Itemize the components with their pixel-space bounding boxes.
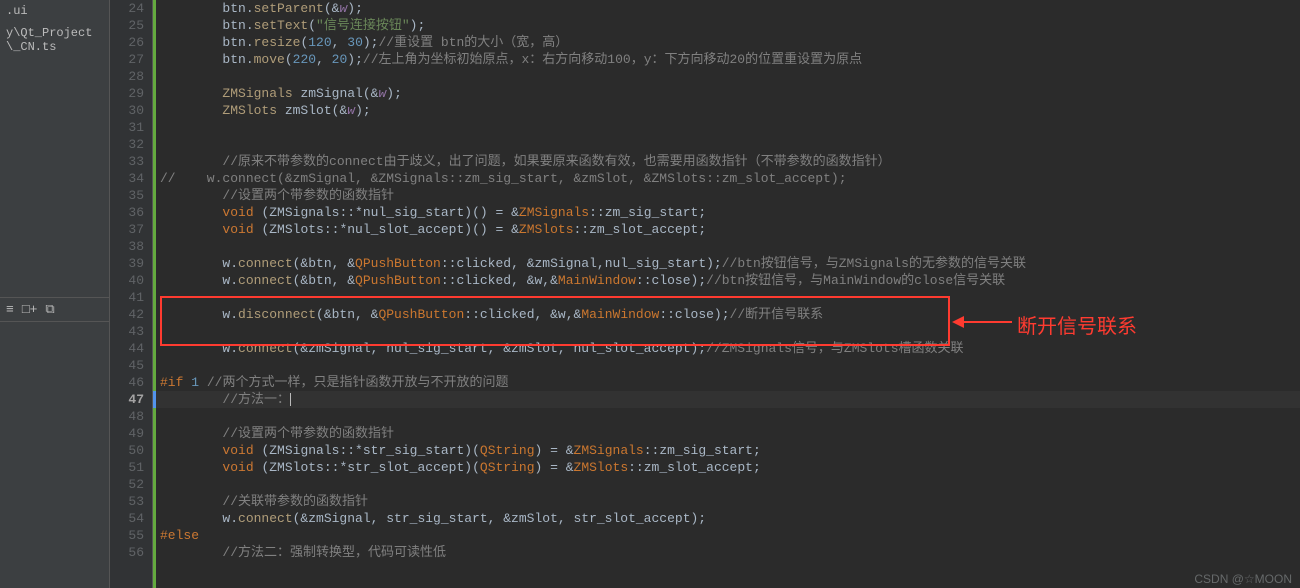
code-line[interactable] bbox=[160, 119, 1300, 136]
line-number[interactable]: 52 bbox=[110, 476, 144, 493]
code-line[interactable]: //方法二：强制转换型，代码可读性低 bbox=[160, 544, 1300, 561]
line-number[interactable]: 39 bbox=[110, 255, 144, 272]
code-line[interactable] bbox=[160, 357, 1300, 374]
line-number[interactable]: 24 bbox=[110, 0, 144, 17]
code-line[interactable] bbox=[160, 68, 1300, 85]
line-number[interactable]: 55 bbox=[110, 527, 144, 544]
line-number[interactable]: 47 bbox=[110, 391, 144, 408]
code-line[interactable]: void (ZMSignals::*nul_sig_start)() = &ZM… bbox=[160, 204, 1300, 221]
line-number[interactable]: 34 bbox=[110, 170, 144, 187]
line-number[interactable]: 40 bbox=[110, 272, 144, 289]
code-line[interactable]: w.connect(&btn, &QPushButton::clicked, &… bbox=[160, 255, 1300, 272]
code-line[interactable] bbox=[160, 289, 1300, 306]
line-number[interactable]: 54 bbox=[110, 510, 144, 527]
line-number[interactable]: 43 bbox=[110, 323, 144, 340]
code-line[interactable]: #if 1 //两个方式一样，只是指针函数开放与不开放的问题 bbox=[160, 374, 1300, 391]
code-area[interactable]: btn.setParent(&w); btn.setText("信号连接按钮")… bbox=[156, 0, 1300, 588]
line-number[interactable]: 36 bbox=[110, 204, 144, 221]
vertical-scrollbar[interactable] bbox=[1288, 0, 1300, 588]
line-number[interactable]: 46 bbox=[110, 374, 144, 391]
code-line[interactable]: w.connect(&zmSignal, str_sig_start, &zmS… bbox=[160, 510, 1300, 527]
filter-icon[interactable]: ≡ bbox=[6, 302, 14, 317]
annotation-label: 断开信号联系 bbox=[1017, 310, 1137, 339]
code-line[interactable] bbox=[160, 408, 1300, 425]
line-number[interactable]: 44 bbox=[110, 340, 144, 357]
line-number[interactable]: 48 bbox=[110, 408, 144, 425]
code-line[interactable] bbox=[160, 238, 1300, 255]
line-number[interactable]: 29 bbox=[110, 85, 144, 102]
line-number[interactable]: 56 bbox=[110, 544, 144, 561]
code-line[interactable]: void (ZMSlots::*nul_slot_accept)() = &ZM… bbox=[160, 221, 1300, 238]
ide-root: .ui y\Qt_Project\_CN.ts ≡ □+ ⧉ 242526272… bbox=[0, 0, 1300, 588]
annotation-arrow-icon bbox=[952, 312, 1012, 332]
code-line[interactable]: //关联带参数的函数指针 bbox=[160, 493, 1300, 510]
line-number[interactable]: 50 bbox=[110, 442, 144, 459]
split-icon[interactable]: ⧉ bbox=[45, 302, 54, 317]
file-item[interactable]: y\Qt_Project\_CN.ts bbox=[6, 26, 103, 54]
code-line[interactable]: btn.setParent(&w); bbox=[160, 0, 1300, 17]
code-line[interactable] bbox=[160, 136, 1300, 153]
watermark-label: CSDN @☆MOON bbox=[1194, 572, 1292, 586]
code-line[interactable]: void (ZMSlots::*str_slot_accept)(QString… bbox=[160, 459, 1300, 476]
code-line[interactable]: w.connect(&zmSignal, nul_sig_start, &zmS… bbox=[160, 340, 1300, 357]
line-number[interactable]: 51 bbox=[110, 459, 144, 476]
sidebar-toolbar: ≡ □+ ⧉ bbox=[0, 298, 109, 322]
line-number[interactable]: 27 bbox=[110, 51, 144, 68]
text-caret bbox=[290, 393, 291, 406]
code-line[interactable]: ZMSignals zmSignal(&w); bbox=[160, 85, 1300, 102]
code-line[interactable]: // w.connect(&zmSignal, &ZMSignals::zm_s… bbox=[160, 170, 1300, 187]
code-line[interactable]: #else bbox=[160, 527, 1300, 544]
project-sidebar: .ui y\Qt_Project\_CN.ts ≡ □+ ⧉ bbox=[0, 0, 110, 588]
line-number[interactable]: 41 bbox=[110, 289, 144, 306]
code-line[interactable]: w.connect(&btn, &QPushButton::clicked, &… bbox=[160, 272, 1300, 289]
line-number[interactable]: 53 bbox=[110, 493, 144, 510]
line-number[interactable]: 32 bbox=[110, 136, 144, 153]
code-line[interactable]: //设置两个带参数的函数指针 bbox=[160, 187, 1300, 204]
code-editor[interactable]: 2425262728293031323334353637383940414243… bbox=[110, 0, 1300, 588]
line-number[interactable]: 30 bbox=[110, 102, 144, 119]
code-line[interactable]: btn.move(220, 20);//左上角为坐标初始原点，x：右方向移动10… bbox=[160, 51, 1300, 68]
code-line[interactable]: btn.resize(120, 30);//重设置 btn的大小（宽，高） bbox=[160, 34, 1300, 51]
line-number[interactable]: 31 bbox=[110, 119, 144, 136]
code-line[interactable]: btn.setText("信号连接按钮"); bbox=[160, 17, 1300, 34]
line-number[interactable]: 38 bbox=[110, 238, 144, 255]
code-line[interactable]: ZMSlots zmSlot(&w); bbox=[160, 102, 1300, 119]
code-line[interactable] bbox=[160, 476, 1300, 493]
line-number[interactable]: 49 bbox=[110, 425, 144, 442]
line-gutter[interactable]: 2425262728293031323334353637383940414243… bbox=[110, 0, 153, 588]
file-tree[interactable]: .ui y\Qt_Project\_CN.ts bbox=[0, 0, 109, 298]
line-number[interactable]: 28 bbox=[110, 68, 144, 85]
code-line[interactable]: void (ZMSignals::*str_sig_start)(QString… bbox=[160, 442, 1300, 459]
code-line[interactable]: //设置两个带参数的函数指针 bbox=[160, 425, 1300, 442]
line-number[interactable]: 37 bbox=[110, 221, 144, 238]
line-number[interactable]: 25 bbox=[110, 17, 144, 34]
line-number[interactable]: 35 bbox=[110, 187, 144, 204]
expand-icon[interactable]: □+ bbox=[22, 302, 38, 317]
line-number[interactable]: 45 bbox=[110, 357, 144, 374]
line-number[interactable]: 33 bbox=[110, 153, 144, 170]
file-item[interactable]: .ui bbox=[6, 4, 103, 18]
code-line[interactable]: //原来不带参数的connect由于歧义，出了问题，如果要原来函数有效，也需要用… bbox=[160, 153, 1300, 170]
line-number[interactable]: 26 bbox=[110, 34, 144, 51]
line-number[interactable]: 42 bbox=[110, 306, 144, 323]
